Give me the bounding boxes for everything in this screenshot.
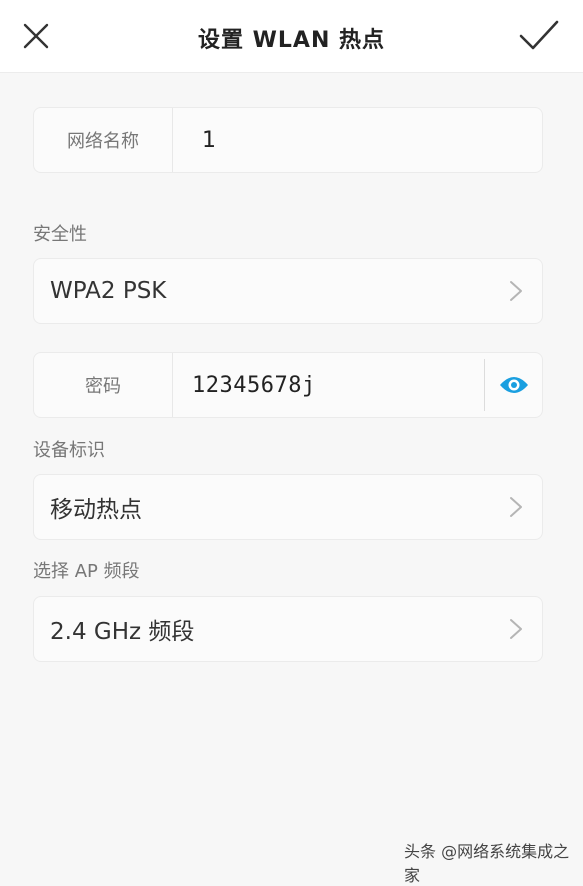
security-section-label: 安全性 <box>33 224 87 245</box>
password-field: 密码 12345678j <box>33 352 543 418</box>
ssid-field: 网络名称 1 <box>33 107 543 173</box>
checkmark-icon <box>519 20 559 50</box>
device-id-value: 移动热点 <box>50 497 142 523</box>
title-bar: 设置 WLAN 热点 <box>0 0 583 73</box>
password-label: 密码 <box>34 353 173 417</box>
device-id-section-label: 设备标识 <box>33 440 105 461</box>
ap-band-section-label: 选择 AP 频段 <box>33 561 140 582</box>
security-select[interactable]: WPA2 PSK <box>33 258 543 324</box>
eye-icon <box>500 377 528 393</box>
divider <box>484 359 485 411</box>
ssid-input[interactable]: 1 <box>202 108 216 172</box>
confirm-button[interactable] <box>517 14 561 58</box>
ap-band-value: 2.4 GHz 频段 <box>50 619 195 645</box>
chevron-right-icon <box>510 281 522 301</box>
watermark-text: 头条 @网络系统集成之家 <box>404 842 570 885</box>
chevron-right-icon <box>510 497 522 517</box>
chevron-right-icon <box>510 619 522 639</box>
ap-band-select[interactable]: 2.4 GHz 频段 <box>33 596 543 662</box>
device-id-select[interactable]: 移动热点 <box>33 474 543 540</box>
ssid-label: 网络名称 <box>34 108 173 172</box>
page-title: 设置 WLAN 热点 <box>197 28 386 53</box>
password-input[interactable]: 12345678j <box>192 353 316 417</box>
password-visibility-toggle[interactable] <box>496 369 532 401</box>
security-value: WPA2 PSK <box>50 278 167 304</box>
